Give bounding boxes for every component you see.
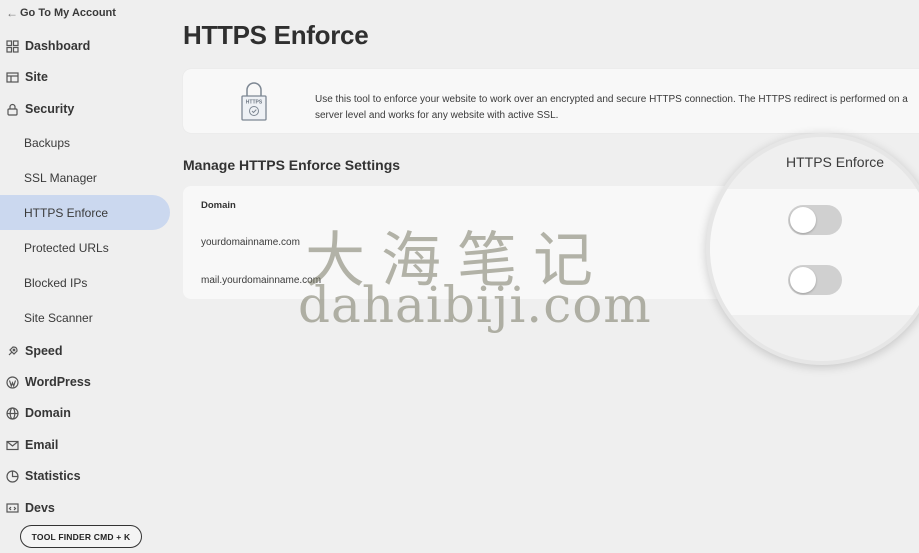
sidebar-item-protected-urls[interactable]: Protected URLs	[0, 230, 170, 265]
toggle-knob	[790, 207, 816, 233]
rocket-icon	[6, 345, 19, 358]
sidebar-item-label: Backups	[24, 135, 71, 150]
sidebar-item-speed[interactable]: Speed	[0, 337, 170, 365]
column-header-https-enforce: HTTPS Enforce	[786, 154, 885, 170]
sidebar-item-https-enforce[interactable]: HTTPS Enforce	[0, 195, 170, 230]
sidebar-item-label: Security	[25, 102, 75, 116]
sidebar-item-blocked-ips[interactable]: Blocked IPs	[0, 265, 170, 300]
grid-icon	[6, 39, 19, 53]
sidebar-item-dashboard[interactable]: Dashboard	[0, 32, 170, 60]
sidebar-item-label: WordPress	[25, 375, 91, 389]
back-link-label: Go To My Account	[20, 7, 116, 19]
sidebar-item-site[interactable]: Site	[0, 63, 170, 91]
toggle-knob	[790, 267, 816, 293]
sidebar-item-backups[interactable]: Backups	[0, 125, 170, 160]
sidebar-item-label: Protected URLs	[24, 240, 109, 255]
go-to-my-account-link[interactable]: ← Go To My Account	[6, 4, 116, 22]
tool-finder-button[interactable]: TOOL FINDER CMD + K	[20, 525, 142, 548]
sidebar-item-label: Site Scanner	[24, 310, 93, 325]
wordpress-icon	[6, 375, 19, 389]
devs-icon	[6, 502, 19, 515]
sidebar-item-label: Dashboard	[25, 39, 91, 53]
sidebar: ← Go To My Account Dashboard Site Securi…	[0, 0, 178, 553]
sidebar-item-label: Statistics	[25, 469, 81, 483]
https-enforce-toggle-2[interactable]	[788, 265, 842, 295]
column-header-domain: Domain	[201, 200, 236, 211]
sidebar-item-label: Devs	[25, 501, 55, 515]
info-description: Use this tool to enforce your website to…	[315, 94, 908, 121]
sidebar-item-label: Email	[25, 438, 59, 452]
https-lock-icon: HTTPS	[241, 82, 267, 121]
magnifier-callout: HTTPS Enforce	[706, 133, 919, 365]
sidebar-item-domain[interactable]: Domain	[0, 399, 170, 427]
section-title: Manage HTTPS Enforce Settings	[183, 157, 401, 173]
watermark-url: dahaibiji.com	[298, 276, 652, 334]
sidebar-item-wordpress[interactable]: WordPress	[0, 368, 170, 396]
table-row-domain: yourdomainname.com	[201, 237, 300, 248]
sidebar-item-ssl-manager[interactable]: SSL Manager	[0, 160, 170, 195]
sidebar-item-label: Site	[25, 70, 48, 84]
lock-icon	[6, 103, 19, 116]
arrow-left-icon: ←	[6, 6, 18, 20]
sidebar-item-site-scanner[interactable]: Site Scanner	[0, 300, 170, 335]
mail-icon	[6, 439, 19, 452]
page-title: HTTPS Enforce	[183, 20, 369, 50]
sidebar-item-statistics[interactable]: Statistics	[0, 462, 170, 490]
pie-icon	[6, 469, 19, 483]
sidebar-item-label: HTTPS Enforce	[24, 205, 109, 220]
sidebar-item-security[interactable]: Security	[0, 95, 170, 123]
site-icon	[6, 71, 19, 84]
sidebar-item-label: SSL Manager	[24, 170, 97, 185]
https-enforce-toggle-1[interactable]	[788, 205, 842, 235]
sidebar-item-devs[interactable]: Devs	[0, 494, 170, 522]
https-lock-label: HTTPS	[246, 100, 263, 106]
sidebar-item-label: Blocked IPs	[24, 275, 88, 290]
sidebar-item-label: Speed	[25, 344, 63, 358]
sidebar-item-label: Domain	[25, 406, 71, 420]
info-card: HTTPS Use this tool to enforce your webs…	[183, 69, 919, 133]
sidebar-item-email[interactable]: Email	[0, 431, 170, 459]
globe-icon	[6, 406, 19, 420]
